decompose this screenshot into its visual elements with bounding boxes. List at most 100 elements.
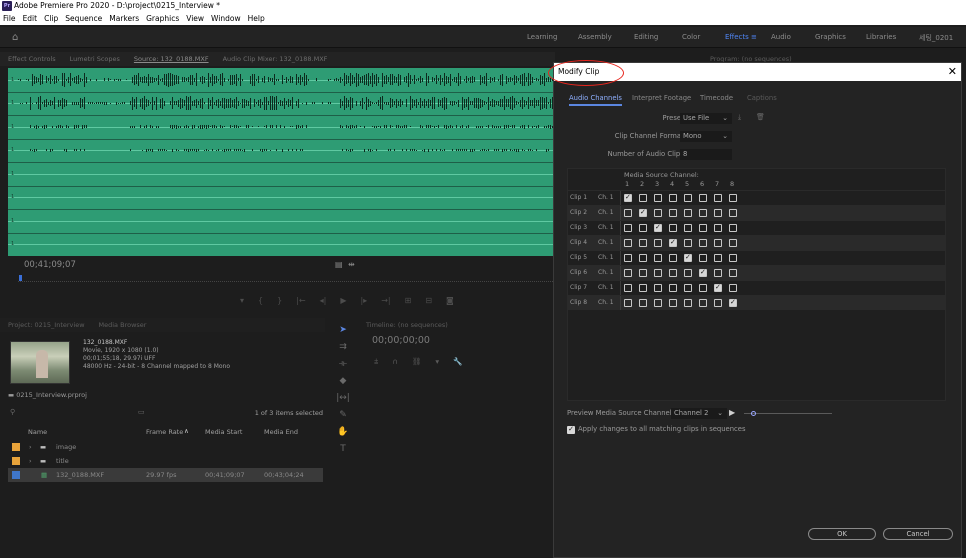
preview-play-icon[interactable]: ▶	[729, 408, 735, 417]
settings-icon[interactable]: ▤	[335, 260, 343, 269]
label-color-swatch[interactable]	[12, 443, 20, 451]
close-icon[interactable]: ✕	[948, 64, 957, 80]
channel-checkbox[interactable]	[639, 194, 647, 202]
project-item-row[interactable]: › ▬ image	[8, 440, 323, 454]
channel-checkbox[interactable]	[684, 299, 692, 307]
menu-edit[interactable]: Edit	[23, 12, 38, 25]
channel-checkbox[interactable]	[714, 194, 722, 202]
channel-checkbox[interactable]	[699, 254, 707, 262]
preview-channel-select[interactable]: Channel 2 ⌄	[671, 408, 727, 419]
menu-window[interactable]: Window	[211, 12, 241, 25]
nest-icon[interactable]: ⩲	[374, 357, 378, 367]
playhead[interactable]	[19, 275, 22, 281]
channel-checkbox[interactable]	[624, 299, 632, 307]
channel-checkbox[interactable]	[654, 254, 662, 262]
selection-tool-icon[interactable]: ➤	[339, 325, 347, 335]
zoom-fit-icon[interactable]: ⇹	[348, 260, 355, 269]
workspace-color[interactable]: Color	[682, 33, 700, 41]
channel-checkbox[interactable]	[699, 239, 707, 247]
channel-checkbox[interactable]	[714, 254, 722, 262]
number-of-audio-clips-input[interactable]: 8	[680, 149, 732, 160]
label-color-swatch[interactable]	[12, 471, 20, 479]
channel-checkbox[interactable]	[654, 269, 662, 277]
timeline-tab[interactable]: Timeline: (no sequences)	[366, 318, 556, 332]
channel-checkbox[interactable]	[654, 299, 662, 307]
channel-checkbox[interactable]	[669, 269, 677, 277]
channel-checkbox[interactable]	[699, 224, 707, 232]
preview-volume-knob[interactable]	[751, 411, 756, 416]
channel-checkbox[interactable]	[729, 194, 737, 202]
col-media-end[interactable]: Media End	[264, 428, 298, 436]
tab-lumetri-scopes[interactable]: Lumetri Scopes	[70, 52, 120, 66]
col-media-start[interactable]: Media Start	[205, 428, 242, 436]
channel-checkbox[interactable]	[699, 299, 707, 307]
search-icon[interactable]: ⚲	[10, 408, 15, 416]
channel-checkbox[interactable]	[669, 238, 677, 247]
channel-checkbox[interactable]	[624, 254, 632, 262]
channel-checkbox[interactable]	[699, 194, 707, 202]
channel-checkbox[interactable]	[624, 193, 632, 202]
menu-sequence[interactable]: Sequence	[65, 12, 102, 25]
menu-graphics[interactable]: Graphics	[146, 12, 179, 25]
workspace-custom[interactable]: 세팅_0201	[919, 33, 953, 43]
tab-media-browser[interactable]: Media Browser	[99, 318, 147, 332]
channel-checkbox[interactable]	[639, 254, 647, 262]
channel-checkbox[interactable]	[714, 209, 722, 217]
channel-checkbox[interactable]	[624, 269, 632, 277]
channel-checkbox[interactable]	[684, 194, 692, 202]
channel-checkbox[interactable]	[639, 299, 647, 307]
channel-checkbox[interactable]	[669, 299, 677, 307]
mark-in-icon[interactable]: {	[258, 296, 263, 305]
menu-clip[interactable]: Clip	[44, 12, 58, 25]
workspace-effects[interactable]: Effects	[725, 33, 749, 41]
timeline-timecode[interactable]: 00;00;00;00	[372, 335, 430, 346]
col-frame-rate[interactable]: Frame Rate	[146, 428, 183, 436]
mark-out-icon[interactable]: }	[277, 296, 282, 305]
insert-icon[interactable]: ⊞	[405, 296, 412, 305]
channel-checkbox[interactable]	[639, 224, 647, 232]
channel-checkbox[interactable]	[639, 208, 647, 217]
channel-checkbox[interactable]	[639, 284, 647, 292]
channel-checkbox[interactable]	[654, 223, 662, 232]
channel-checkbox[interactable]	[684, 239, 692, 247]
go-to-in-icon[interactable]: |←	[296, 296, 305, 305]
channel-checkbox[interactable]	[684, 253, 692, 262]
step-back-icon[interactable]: ◂|	[320, 296, 327, 305]
menu-file[interactable]: File	[3, 12, 16, 25]
channel-checkbox[interactable]	[684, 269, 692, 277]
channel-checkbox[interactable]	[684, 209, 692, 217]
workspace-learning[interactable]: Learning	[527, 33, 557, 41]
menu-view[interactable]: View	[186, 12, 204, 25]
channel-checkbox[interactable]	[699, 284, 707, 292]
channel-checkbox[interactable]	[714, 283, 722, 292]
tab-interpret-footage[interactable]: Interpret Footage	[632, 94, 691, 102]
source-timecode[interactable]: 00;41;09;07	[24, 260, 76, 270]
channel-checkbox[interactable]	[714, 239, 722, 247]
hand-tool-icon[interactable]: ✋	[337, 427, 348, 437]
channel-checkbox[interactable]	[654, 284, 662, 292]
apply-to-sequences-checkbox[interactable]: ✓	[567, 426, 575, 434]
tab-source[interactable]: Source: 132_0188.MXF	[134, 52, 209, 66]
channel-checkbox[interactable]	[669, 254, 677, 262]
snap-icon[interactable]: ∩	[392, 357, 398, 367]
track-select-tool-icon[interactable]: ⇉	[339, 342, 347, 352]
tab-audio-channels[interactable]: Audio Channels	[569, 94, 622, 106]
pen-tool-icon[interactable]: ✎	[339, 410, 347, 420]
channel-checkbox[interactable]	[729, 269, 737, 277]
tab-audio-clip-mixer[interactable]: Audio Clip Mixer: 132_0188.MXF	[223, 52, 328, 66]
channel-checkbox[interactable]	[669, 209, 677, 217]
clip-channel-format-select[interactable]: Mono ⌄	[680, 131, 732, 142]
channel-checkbox[interactable]	[699, 209, 707, 217]
workspace-menu-icon[interactable]: ≡	[751, 33, 757, 41]
channel-checkbox[interactable]	[654, 209, 662, 217]
col-name[interactable]: Name	[28, 428, 47, 436]
channel-checkbox[interactable]	[699, 268, 707, 277]
play-icon[interactable]: ▶	[340, 296, 346, 305]
menu-help[interactable]: Help	[248, 12, 265, 25]
channel-checkbox[interactable]	[729, 284, 737, 292]
workspace-audio[interactable]: Audio	[771, 33, 791, 41]
channel-checkbox[interactable]	[684, 224, 692, 232]
slip-tool-icon[interactable]: |↔|	[336, 393, 350, 403]
channel-checkbox[interactable]	[714, 299, 722, 307]
channel-checkbox[interactable]	[714, 269, 722, 277]
